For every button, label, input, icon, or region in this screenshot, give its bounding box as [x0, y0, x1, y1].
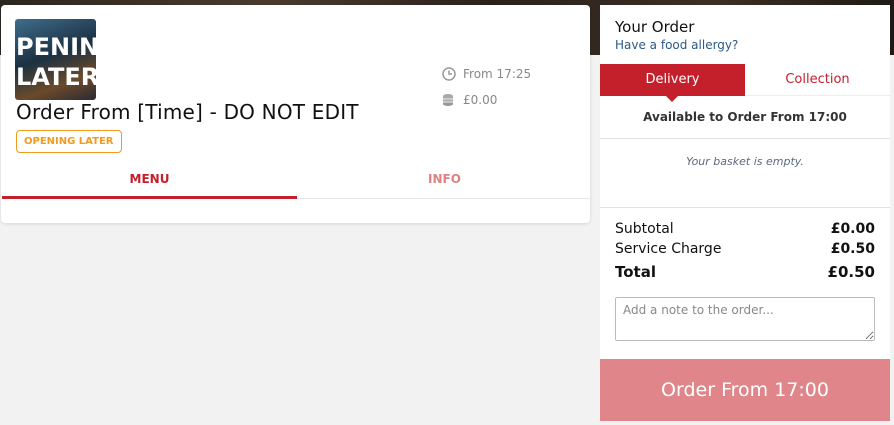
restaurant-title: Order From [Time] - DO NOT EDIT [16, 100, 359, 124]
service-charge-row: Service Charge £0.50 [615, 241, 875, 257]
logo-text-line2: LATER [16, 63, 96, 91]
coins-icon [443, 94, 453, 106]
availability-notice: Available to Order From 17:00 [600, 96, 890, 139]
restaurant-card: PENIN LATER From 17:25 £0.00 Order From … [1, 5, 592, 223]
order-panel: Your Order Have a food allergy? Delivery… [600, 5, 890, 421]
tab-menu[interactable]: MENU [2, 162, 297, 199]
tab-info[interactable]: INFO [297, 162, 592, 199]
order-note-input[interactable] [615, 297, 875, 341]
tab-collection[interactable]: Collection [745, 64, 890, 96]
opening-time: From 17:25 [442, 67, 531, 81]
tab-delivery[interactable]: Delivery [600, 64, 745, 96]
total-label: Total [615, 263, 656, 281]
subtotal-row: Subtotal £0.00 [615, 221, 875, 237]
total-value: £0.50 [827, 263, 875, 281]
subtotal-value: £0.00 [830, 221, 875, 237]
minimum-fee: £0.00 [442, 93, 497, 107]
order-title: Your Order [615, 18, 695, 36]
service-charge-label: Service Charge [615, 241, 722, 257]
order-button[interactable]: Order From 17:00 [600, 359, 890, 421]
subtotal-label: Subtotal [615, 221, 674, 237]
clock-icon [442, 67, 456, 81]
status-badge: OPENING LATER [16, 130, 122, 153]
opening-time-label: From 17:25 [463, 67, 532, 81]
food-allergy-link[interactable]: Have a food allergy? [615, 38, 738, 52]
total-row: Total £0.50 [615, 263, 875, 281]
active-tab-pointer [666, 96, 678, 102]
restaurant-logo: PENIN LATER [15, 19, 96, 100]
fee-label: £0.00 [463, 93, 498, 107]
basket-empty-message: Your basket is empty. [686, 155, 804, 168]
logo-text-line1: PENIN [16, 33, 96, 61]
divider [600, 207, 890, 208]
service-charge-value: £0.50 [830, 241, 875, 257]
